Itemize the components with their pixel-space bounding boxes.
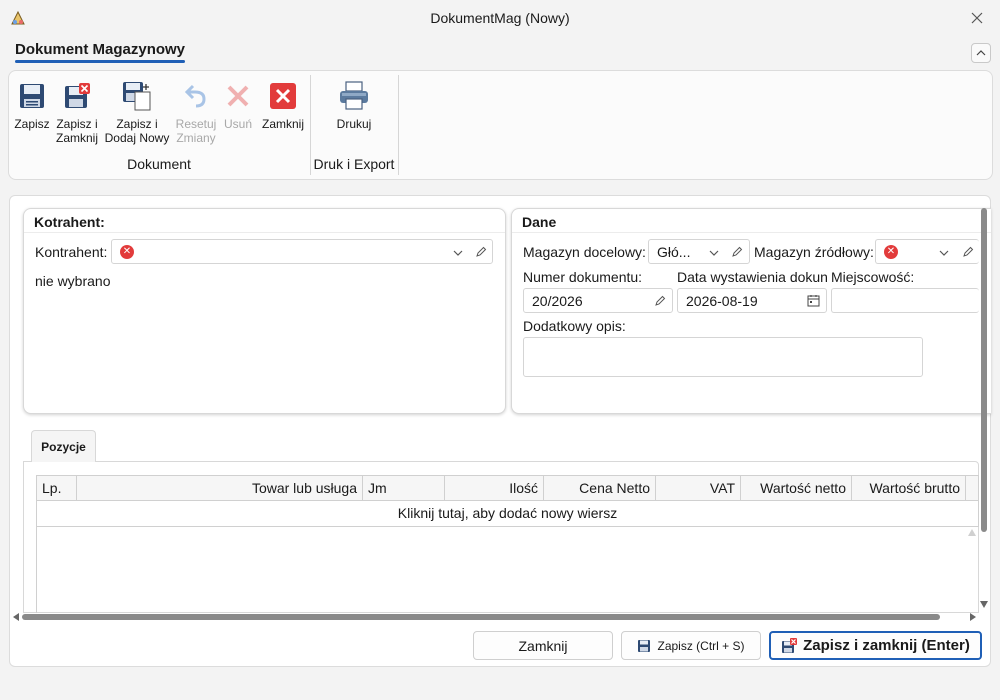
title-bar: DokumentMag (Nowy) — [0, 0, 1000, 36]
ribbon-reset-button[interactable]: Resetuj Zmiany — [173, 79, 219, 145]
footer-save-label: Zapisz (Ctrl + S) — [657, 638, 745, 653]
grid-new-row[interactable]: Kliknij tutaj, aby dodać nowy wiersz — [36, 501, 979, 527]
floppy-disk-close-icon — [782, 637, 798, 653]
window-title: DokumentMag (Nowy) — [430, 10, 570, 26]
column-header-cena-netto[interactable]: Cena Netto — [544, 476, 656, 500]
footer-save-close-button[interactable]: Zapisz i zamknij (Enter) — [769, 631, 982, 660]
ribbon-close-label: Zamknij — [261, 117, 304, 131]
kontrahent-label: Kontrahent: — [35, 244, 108, 260]
kontrahent-card-title: Kotrahent: — [24, 209, 505, 233]
grid-body — [36, 527, 979, 613]
ribbon-delete-label: Usuń — [223, 117, 252, 131]
magazyn-zrodlowy-label: Magazyn źródłowy: — [754, 244, 874, 260]
error-icon: ✕ — [884, 244, 898, 259]
magazyn-docelowy-label: Magazyn docelowy: — [523, 244, 646, 260]
kontrahent-select[interactable]: ✕ — [111, 239, 493, 264]
ribbon-reset-label-1: Resetuj — [175, 117, 217, 131]
ribbon-group-separator — [398, 75, 399, 175]
dodatkowy-opis-textarea[interactable] — [523, 337, 923, 377]
ribbon-save-close-button[interactable]: Zapisz i Zamknij — [55, 79, 99, 145]
footer-save-close-label: Zapisz i zamknij (Enter) — [803, 637, 970, 654]
chevron-down-icon[interactable] — [452, 247, 464, 259]
data-wystawienia-label: Data wystawienia dokun — [677, 269, 827, 285]
ribbon-save-label: Zapisz — [14, 117, 50, 131]
ribbon-save-close-label-1: Zapisz i — [56, 117, 98, 131]
ribbon-group-druk-label: Druk i Export — [313, 156, 395, 172]
floppy-disk-icon — [15, 79, 49, 113]
dane-card-title: Dane — [512, 209, 991, 233]
ribbon-tab-dokument-magazynowy[interactable]: Dokument Magazynowy — [15, 41, 185, 58]
undo-icon — [179, 79, 213, 113]
window-close-icon[interactable] — [966, 7, 988, 29]
ribbon-save-add-new-label-2: Dodaj Nowy — [104, 131, 170, 145]
ribbon-save-close-label-2: Zamknij — [55, 131, 98, 145]
column-header-lp[interactable]: Lp. — [37, 476, 77, 500]
horizontal-scrollbar-thumb[interactable] — [22, 614, 940, 620]
numer-dokumentu-value: 20/2026 — [532, 292, 583, 309]
magazyn-zrodlowy-select[interactable]: ✕ — [875, 239, 979, 264]
footer-save-button[interactable]: Zapisz (Ctrl + S) — [621, 631, 761, 660]
edit-pencil-icon[interactable] — [475, 246, 487, 258]
chevron-up-icon — [976, 50, 986, 56]
scroll-right-arrow-icon[interactable] — [968, 613, 976, 621]
ribbon-print-button[interactable]: Drukuj — [331, 79, 377, 131]
floppy-disk-new-icon — [120, 79, 154, 113]
floppy-disk-close-icon — [60, 79, 94, 113]
miejscowosc-input[interactable] — [831, 288, 979, 313]
close-icon — [266, 79, 300, 113]
floppy-disk-icon — [638, 639, 651, 652]
ribbon-save-add-new-button[interactable]: Zapisz i Dodaj Nowy — [104, 79, 170, 145]
magazyn-docelowy-select[interactable]: Głó... — [648, 239, 750, 264]
tab-pozycje[interactable]: Pozycje — [31, 430, 96, 462]
magazyn-docelowy-value: Głó... — [657, 243, 691, 260]
ribbon-save-button[interactable]: Zapisz — [13, 79, 51, 131]
data-wystawienia-input[interactable]: 2026-08-19 — [677, 288, 827, 313]
chevron-down-icon[interactable] — [938, 247, 950, 259]
column-header-ilosc[interactable]: Ilość — [445, 476, 544, 500]
ribbon-save-add-new-label-1: Zapisz i — [116, 117, 158, 131]
bottom-strip — [0, 678, 1000, 700]
kontrahent-status-text: nie wybrano — [35, 273, 111, 289]
ribbon-delete-button[interactable]: Usuń — [221, 79, 255, 131]
ribbon-tab-underline — [15, 60, 185, 63]
ribbon: Zapisz Zapisz i Zamknij Zapisz i Dodaj N… — [8, 70, 993, 180]
footer-close-label: Zamknij — [518, 637, 568, 654]
scroll-up-arrow-icon[interactable] — [968, 529, 976, 536]
ribbon-print-label: Drukuj — [336, 117, 372, 131]
column-header-towar[interactable]: Towar lub usługa — [77, 476, 363, 500]
column-header-wartosc-brutto[interactable]: Wartość brutto — [852, 476, 966, 500]
column-header-wartosc-netto[interactable]: Wartość netto — [741, 476, 852, 500]
numer-dokumentu-input[interactable]: 20/2026 — [523, 288, 673, 313]
ribbon-close-button[interactable]: Zamknij — [259, 79, 307, 131]
dodatkowy-opis-label: Dodatkowy opis: — [523, 318, 626, 334]
numer-dokumentu-label: Numer dokumentu: — [523, 269, 643, 285]
edit-pencil-icon[interactable] — [731, 246, 743, 258]
scroll-left-arrow-icon[interactable] — [13, 613, 21, 621]
ribbon-group-dokument-label: Dokument — [127, 156, 191, 172]
edit-pencil-icon[interactable] — [962, 246, 974, 258]
scroll-down-arrow-icon[interactable] — [980, 601, 988, 608]
miejscowosc-label: Miejscowość: — [831, 269, 915, 285]
delete-x-icon — [221, 79, 255, 113]
app-icon — [9, 9, 27, 27]
edit-pencil-icon[interactable] — [654, 295, 666, 307]
data-wystawienia-value: 2026-08-19 — [686, 292, 758, 309]
vertical-scrollbar-thumb[interactable] — [981, 208, 987, 532]
column-header-vat[interactable]: VAT — [656, 476, 741, 500]
error-icon: ✕ — [120, 244, 134, 259]
grid-header: Lp. Towar lub usługa Jm Ilość Cena Netto… — [36, 475, 979, 501]
printer-icon — [337, 79, 371, 113]
ribbon-collapse-button[interactable] — [971, 43, 991, 63]
ribbon-reset-label-2: Zmiany — [176, 131, 216, 145]
calendar-icon[interactable] — [807, 294, 820, 307]
footer-close-button[interactable]: Zamknij — [473, 631, 613, 660]
column-header-jm[interactable]: Jm — [363, 476, 445, 500]
chevron-down-icon[interactable] — [708, 247, 720, 259]
